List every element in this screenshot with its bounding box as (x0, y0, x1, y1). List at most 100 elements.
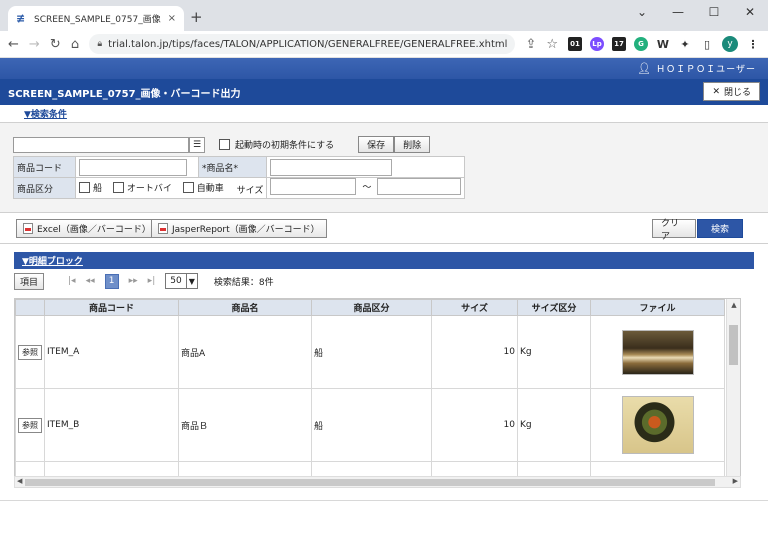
reference-button[interactable]: 参照 (18, 417, 42, 433)
startup-default-checkbox[interactable] (219, 139, 230, 150)
category-label: 商品区分 (13, 177, 76, 199)
forward-icon[interactable]: → (29, 37, 40, 52)
reference-button[interactable]: 参照 (18, 344, 42, 360)
screen-title: SCREEN_SAMPLE_0757_画像・バーコード出力 (8, 88, 241, 100)
category-car-checkbox[interactable] (182, 181, 194, 193)
cell-code: ITEM_B (44, 388, 179, 462)
category-ship-label: 船 (93, 183, 103, 194)
close-screen-button[interactable]: ✕ 閉じる (703, 82, 760, 101)
page-size-value: 50 (170, 276, 182, 286)
horizontal-scrollbar[interactable]: ◀ ▶ (14, 476, 741, 488)
category-option-car[interactable]: 自動車 (182, 181, 224, 194)
col-header-file[interactable]: ファイル (590, 299, 725, 316)
extension-01-icon[interactable]: 01 (568, 37, 582, 51)
extension-17-icon[interactable]: 17 (612, 37, 626, 51)
cell-size: 10 (431, 388, 518, 462)
product-name-label: *商品名* (197, 156, 268, 178)
cell-name: 商品A (178, 315, 312, 389)
col-header-name[interactable]: 商品名 (178, 299, 312, 316)
category-motorcycle-checkbox[interactable] (112, 181, 124, 193)
back-icon[interactable]: ← (8, 37, 19, 52)
cell-code: ITEM_A (44, 315, 179, 389)
next-page-icon[interactable]: ▸▸ (129, 276, 138, 286)
file-thumbnail-image[interactable] (621, 396, 694, 454)
scroll-up-icon[interactable]: ▲ (727, 301, 740, 309)
jasper-export-label: JasperReport（画像／バーコード） (172, 225, 320, 235)
vertical-scrollbar[interactable]: ▲ ▼ (726, 299, 740, 487)
close-screen-label: 閉じる (723, 88, 751, 98)
horizontal-scroll-thumb[interactable] (25, 479, 715, 486)
page-size-select[interactable]: 50 ▼ (165, 273, 198, 289)
address-bar[interactable]: 🔒︎ trial.talon.jp/tips/faces/TALON/APPLI… (89, 34, 516, 54)
tab-search-icon[interactable]: ⌄ (624, 0, 660, 24)
extensions-puzzle-icon[interactable]: ✦ (678, 37, 692, 51)
pager: 項目 |◂ ◂◂ 1 ▸▸ ▸| 50 ▼ 検索結果：8件 (14, 269, 754, 293)
browser-tab-bar: ≢ SCREEN_SAMPLE_0757_画像･バ × + ⌄ — ☐ ✕ (0, 0, 768, 31)
save-conditions-button[interactable]: 保存 (358, 136, 395, 153)
extension-w-icon[interactable]: W (656, 37, 670, 51)
browser-tab[interactable]: ≢ SCREEN_SAMPLE_0757_画像･バ × (8, 6, 184, 31)
vertical-scroll-thumb[interactable] (729, 325, 738, 365)
bookmark-star-icon[interactable]: ☆ (546, 37, 558, 52)
side-panel-icon[interactable]: ▯ (700, 37, 714, 51)
extensions-area: 01 Lp 17 G W ✦ ▯ y ⋮ (568, 36, 760, 52)
excel-icon (23, 223, 33, 234)
current-page[interactable]: 1 (104, 273, 119, 289)
category-ship-checkbox[interactable] (79, 181, 90, 193)
browser-toolbar: ← → ↻ ⌂ 🔒︎ trial.talon.jp/tips/faces/TAL… (0, 31, 768, 58)
file-thumbnail-image[interactable] (621, 329, 694, 375)
category-option-ship[interactable]: 船 (79, 181, 102, 194)
extension-lp-icon[interactable]: Lp (590, 37, 604, 51)
close-window-icon[interactable]: ✕ (732, 0, 768, 24)
cell-size-unit: Kg (517, 388, 591, 462)
close-icon: ✕ (712, 86, 720, 97)
share-icon[interactable]: ⇪ (525, 37, 536, 52)
reload-icon[interactable]: ↻ (50, 37, 61, 52)
delete-conditions-button[interactable]: 削除 (394, 136, 431, 153)
table-row: 参照 ITEM_B 商品Ｂ 船 10 Kg (15, 388, 725, 462)
product-name-input[interactable] (270, 158, 393, 176)
size-label: サイズ (236, 185, 264, 196)
jasper-export-button[interactable]: JasperReport（画像／バーコード） (151, 219, 327, 238)
col-header-category[interactable]: 商品区分 (311, 299, 432, 316)
detail-block-toggle[interactable]: ▼明細ブロック (14, 252, 754, 269)
col-header-size-unit[interactable]: サイズ区分 (517, 299, 591, 316)
excel-export-label: Excel（画像／バーコード） (37, 225, 151, 235)
browser-menu-icon[interactable]: ⋮ (746, 37, 760, 51)
category-motorcycle-label: オートバイ (126, 183, 172, 194)
scroll-right-icon[interactable]: ▶ (733, 477, 738, 485)
saved-conditions-select[interactable] (13, 136, 189, 153)
search-button[interactable]: 検索 (697, 219, 743, 238)
window-controls: ⌄ — ☐ ✕ (624, 0, 768, 24)
excel-export-button[interactable]: Excel（画像／バーコード） (16, 219, 158, 238)
col-header-size[interactable]: サイズ (431, 299, 518, 316)
first-page-icon[interactable]: |◂ (68, 276, 76, 286)
conditions-list-icon[interactable]: ☰ (189, 136, 205, 153)
clear-button[interactable]: クリア (652, 219, 696, 242)
last-page-icon[interactable]: ▸| (148, 276, 156, 286)
search-conditions-toggle[interactable]: ▼検索条件 (0, 105, 768, 123)
size-to-input[interactable] (377, 178, 462, 195)
url-text: trial.talon.jp/tips/faces/TALON/APPLICAT… (108, 38, 508, 50)
product-code-input[interactable] (79, 158, 187, 176)
prev-page-icon[interactable]: ◂◂ (86, 276, 95, 286)
extension-grammarly-icon[interactable]: G (634, 37, 648, 51)
app-user-bar: 👤︎ ＨＯＩＰＯＩユーザー (0, 58, 768, 79)
category-option-motorcycle[interactable]: オートバイ (112, 181, 172, 194)
home-icon[interactable]: ⌂ (71, 37, 80, 52)
scroll-left-icon[interactable]: ◀ (17, 477, 22, 485)
profile-avatar[interactable]: y (722, 36, 738, 52)
results-table: 商品コード 商品名 商品区分 サイズ サイズ区分 ファイル 参照 ITEM_A … (15, 299, 725, 487)
tab-close-icon[interactable]: × (168, 13, 176, 24)
footer-divider (0, 500, 768, 501)
cell-name: 商品Ｂ (178, 388, 312, 462)
size-from-input[interactable] (270, 178, 357, 195)
jasper-icon (158, 223, 168, 234)
minimize-icon[interactable]: — (660, 0, 696, 24)
talon-favicon-icon: ≢ (16, 11, 26, 25)
items-button[interactable]: 項目 (14, 272, 45, 290)
col-header-ref (15, 299, 45, 316)
col-header-code[interactable]: 商品コード (44, 299, 179, 316)
new-tab-button[interactable]: + (190, 8, 203, 26)
maximize-icon[interactable]: ☐ (696, 0, 732, 24)
